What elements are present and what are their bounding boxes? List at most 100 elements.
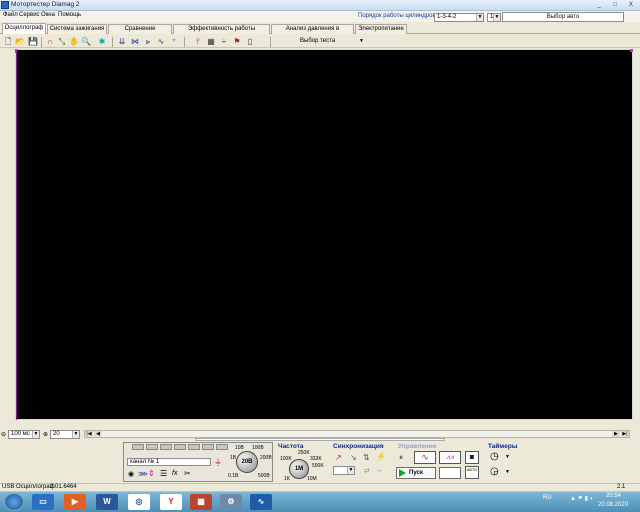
open-folder-icon[interactable]: 📂 xyxy=(15,37,25,47)
eye-icon[interactable]: ◉ xyxy=(128,470,134,478)
page-icon[interactable]: ▯ xyxy=(245,37,255,47)
probe-icon[interactable]: ⏚ xyxy=(214,457,222,468)
magnet-icon[interactable]: ∩ xyxy=(45,37,55,47)
run-button[interactable]: Пуск xyxy=(396,467,436,479)
diamag-icon[interactable]: ∿ xyxy=(250,494,272,510)
new-file-icon[interactable]: 🗋 xyxy=(3,37,13,47)
zoom-icon[interactable]: 🔍 xyxy=(81,37,91,47)
tray-icons[interactable]: ▲ ⚑ ▮ ◗ xyxy=(570,495,593,502)
marker-icon[interactable]: ✱ xyxy=(97,37,107,47)
frequency-knob[interactable]: 1M xyxy=(289,459,309,479)
chevron-down-icon: ▼ xyxy=(493,14,500,21)
minimize-button[interactable]: _ xyxy=(592,1,606,9)
wave-icon[interactable]: ∿ xyxy=(156,37,166,47)
scroll-right-icon[interactable]: ▶ xyxy=(612,431,620,437)
filter-icon[interactable]: ⫯ xyxy=(193,37,203,47)
counter-icon[interactable]: ⁺ xyxy=(169,37,179,47)
hand-icon[interactable]: ✋ xyxy=(69,37,79,47)
menu-windows[interactable]: Окна xyxy=(41,12,55,18)
close-button[interactable]: X xyxy=(624,1,638,9)
language-indicator[interactable]: RU xyxy=(543,495,552,501)
tab-oscilloscope[interactable]: Осциллограф xyxy=(2,23,46,34)
channel-tab[interactable] xyxy=(188,444,200,450)
start-button[interactable] xyxy=(4,493,24,511)
tab-power[interactable]: Электропитание xyxy=(355,24,407,34)
channel-tab[interactable] xyxy=(146,444,158,450)
scroll-end-icon[interactable]: ▶| xyxy=(621,431,629,437)
scale-down-icon[interactable]: ⇊ xyxy=(117,37,127,47)
explorer-icon[interactable]: ▭ xyxy=(32,494,54,510)
taskbar: ▭ ▶ W ◎ Y ▦ ⚙ ∿ RU ▲ ⚑ ▮ ◗ 20:54 20.08.2… xyxy=(0,491,640,512)
save-icon[interactable]: 💾 xyxy=(28,37,38,47)
compress-icon[interactable]: ⋈ xyxy=(130,37,140,47)
flag-icon[interactable]: ⚑ xyxy=(232,37,242,47)
mode-button[interactable] xyxy=(439,467,461,479)
waveform-icon[interactable]: ⋙ xyxy=(138,470,148,478)
timebase-select[interactable]: 100 мс ▼ xyxy=(8,430,40,439)
scroll-start-icon[interactable]: |◀ xyxy=(85,431,93,437)
zoom-select[interactable]: 20 ▼ xyxy=(50,430,80,439)
sine-mode-icon[interactable]: ∿ xyxy=(414,451,436,464)
voltage-knob[interactable]: 20В xyxy=(236,451,258,473)
maximize-button[interactable]: □ xyxy=(608,1,622,9)
falling-edge-icon[interactable]: ↘ xyxy=(350,453,357,462)
camera-icon[interactable]: ◙ xyxy=(465,451,479,464)
channel-tab[interactable] xyxy=(132,444,144,450)
tools-icon[interactable]: ✂ xyxy=(184,469,191,478)
trigger-icon[interactable]: ⚡ xyxy=(376,452,386,461)
timer-icon[interactable]: ◷ xyxy=(490,451,499,462)
cylinder-count-select[interactable]: 1 ▼ xyxy=(487,13,501,22)
formula-icon[interactable]: fx xyxy=(172,470,177,477)
oscilloscope-screen[interactable] xyxy=(15,49,633,420)
chevron-down-icon: ▼ xyxy=(72,431,79,438)
clock-date[interactable]: 20.08.2020 xyxy=(598,502,628,508)
channel-tab[interactable] xyxy=(216,444,228,450)
test-select[interactable]: Выбор теста ▼ xyxy=(290,37,366,46)
settings-icon[interactable]: ⚙ xyxy=(220,494,242,510)
list-icon[interactable]: ☰ xyxy=(160,469,167,478)
channel-tab[interactable] xyxy=(160,444,172,450)
chevron-down-icon[interactable]: ▼ xyxy=(505,454,510,460)
stopwatch-icon[interactable]: ◶ xyxy=(490,466,499,477)
toolbar-separator xyxy=(112,37,113,47)
sync-channel-select[interactable]: ▼ xyxy=(333,466,355,475)
channel-select[interactable]: канал № 1 xyxy=(127,458,211,466)
level-icon[interactable]: ⇅ xyxy=(363,453,370,462)
scroll-left-icon[interactable]: ◀ xyxy=(94,431,102,437)
channel-tab[interactable] xyxy=(202,444,214,450)
tab-cylinder-efficiency[interactable]: Эффективность работы цилиндров xyxy=(173,24,270,41)
voltage-mark: 0.1В xyxy=(228,473,239,479)
play-icon xyxy=(399,469,406,477)
yandex-icon[interactable]: Y xyxy=(160,494,182,510)
menu-file[interactable]: Файл xyxy=(3,12,18,18)
chevron-down-icon[interactable]: ▼ xyxy=(505,469,510,475)
cylinder-order-select[interactable]: 1-3-4-2 ▼ xyxy=(434,13,484,22)
shift-icon[interactable]: ↔ xyxy=(376,467,383,474)
vertical-scale-icon[interactable]: ⇕ xyxy=(148,469,155,478)
divide-icon[interactable]: ÷ xyxy=(219,37,229,47)
frequency-knob-value: 1M xyxy=(294,466,304,472)
link-icon[interactable]: ⇄ xyxy=(364,467,370,475)
word-icon[interactable]: W xyxy=(96,494,118,510)
tab-pressure-analysis[interactable]: Анализ давления в цилиндре xyxy=(271,24,354,41)
clock-time[interactable]: 20:54 xyxy=(606,493,621,499)
media-icon[interactable]: ▶ xyxy=(64,494,86,510)
rising-edge-icon[interactable]: ↗ xyxy=(335,453,342,462)
toolbar-separator xyxy=(41,37,42,47)
menu-help[interactable]: Помощь xyxy=(58,12,81,18)
spread-icon[interactable]: ⫸ xyxy=(143,37,153,47)
voltage-mark: 200В xyxy=(260,455,272,461)
tab-ignition[interactable]: Система зажигания xyxy=(47,24,107,34)
cursor-icon[interactable]: ⤡ xyxy=(57,37,67,47)
grid-icon[interactable]: ▦ xyxy=(206,37,216,47)
archive-icon[interactable]: ▦ xyxy=(190,494,212,510)
pause-icon[interactable]: ⏸ xyxy=(399,453,403,463)
menu-service[interactable]: Сервис xyxy=(19,12,40,18)
car-select-button[interactable]: Выбор авто xyxy=(502,12,624,22)
pulse-mode-icon[interactable]: ⩘⩘ xyxy=(439,451,461,464)
channel-tab[interactable] xyxy=(174,444,186,450)
auto-button[interactable]: АВТО xyxy=(465,466,479,479)
chrome-icon[interactable]: ◎ xyxy=(128,494,150,510)
horizontal-scrollbar[interactable]: |◀ ◀ ▶ ▶| xyxy=(84,430,630,438)
tab-cylinder-compare[interactable]: Сравнение цилиндров xyxy=(108,24,172,41)
